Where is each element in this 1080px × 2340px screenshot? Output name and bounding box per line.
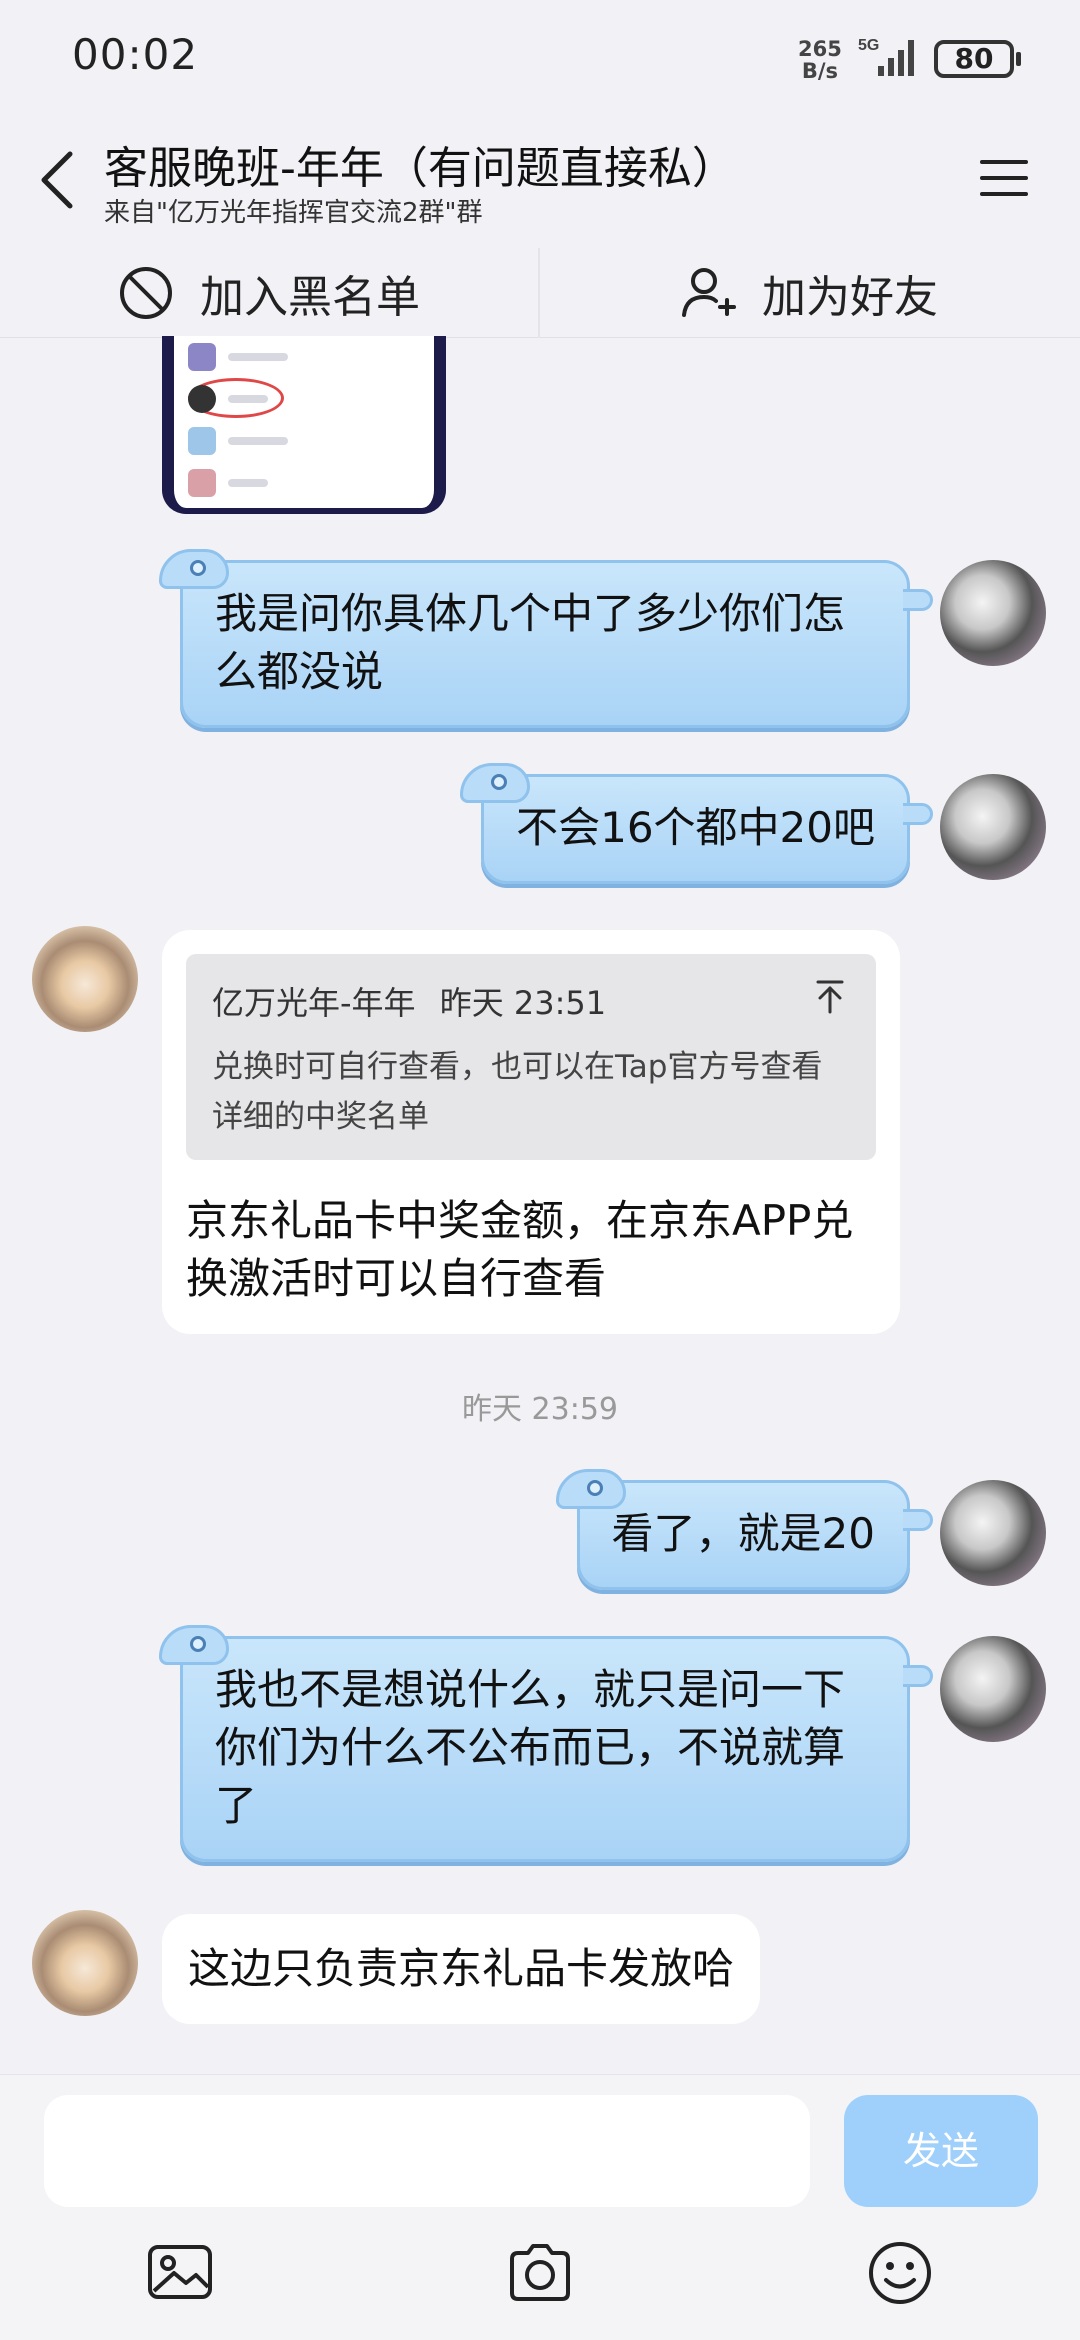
image-message[interactable] <box>162 336 446 514</box>
image-picker-icon[interactable] <box>144 2237 216 2309</box>
network-speed: 265 B/s <box>798 38 842 82</box>
contact-actions-bar: 加入黑名单 加为好友 <box>0 248 1080 338</box>
bubble-decoration <box>555 1469 626 1509</box>
quote-time: 昨天 23:51 <box>439 984 607 1022</box>
my-avatar[interactable] <box>940 1636 1046 1742</box>
chat-title: 客服晚班-年年（有问题直接私） <box>104 143 736 194</box>
quote-author: 亿万光年-年年 <box>212 984 416 1022</box>
quote-text: 兑换时可自行查看，也可以在Tap官方号查看详细的中奖名单 <box>212 1049 823 1135</box>
my-avatar[interactable] <box>940 1480 1046 1586</box>
add-to-blacklist-button[interactable]: 加入黑名单 <box>118 248 420 338</box>
network-speed-unit: B/s <box>801 59 839 83</box>
thumb-row <box>188 426 288 456</box>
bubble-decoration <box>159 549 229 589</box>
back-chevron-icon[interactable] <box>36 148 76 212</box>
contact-avatar[interactable] <box>32 926 138 1032</box>
battery-indicator: 80 <box>934 40 1021 78</box>
message-input[interactable] <box>44 2095 810 2207</box>
outgoing-message[interactable]: 看了，就是20 <box>555 1469 933 1590</box>
network-type: 5G <box>858 37 879 54</box>
signal-icon: 5G <box>858 37 914 76</box>
message-text: 看了，就是20 <box>611 1509 875 1558</box>
chat-header: 客服晚班-年年（有问题直接私） 来自"亿万光年指挥官交流2群"群 <box>0 120 1080 248</box>
quote-header: 亿万光年-年年 昨天 23:51 <box>212 974 606 1032</box>
chat-subtitle: 来自"亿万光年指挥官交流2群"群 <box>104 198 483 228</box>
block-icon <box>120 267 172 319</box>
incoming-message[interactable]: 这边只负责京东礼品卡发放哈 <box>162 1914 761 2024</box>
bubble-decoration <box>460 763 531 803</box>
message-text: 不会16个都中20吧 <box>516 803 875 852</box>
send-button[interactable]: 发送 <box>844 2095 1038 2207</box>
bubble-tail <box>903 1665 933 1687</box>
network-speed-value: 265 <box>798 37 842 61</box>
message-text: 这边只负责京东礼品卡发放哈 <box>188 1944 735 1993</box>
contact-avatar[interactable] <box>32 1910 138 2016</box>
message-timestamp: 昨天 23:59 <box>462 1392 618 1427</box>
my-avatar[interactable] <box>940 774 1046 880</box>
outgoing-message[interactable]: 不会16个都中20吧 <box>460 763 933 884</box>
outgoing-message[interactable]: 我是问你具体几个中了多少你们怎么都没说 <box>159 549 933 728</box>
incoming-message[interactable]: 亿万光年-年年 昨天 23:51 兑换时可自行查看，也可以在Tap官方号查看详细… <box>162 930 900 1334</box>
thumb-row <box>188 468 268 498</box>
add-person-icon <box>682 268 736 317</box>
message-text: 京东礼品卡中奖金额，在京东APP兑换激活时可以自行查看 <box>186 1196 854 1303</box>
message-input-bar: 发送 <box>0 2074 1080 2340</box>
status-bar: 00:02 265 B/s 5G 80 <box>0 0 1080 120</box>
thumb-row <box>188 342 288 372</box>
outgoing-message[interactable]: 我也不是想说什么，就只是问一下你们为什么不公布而已，不说就算了 <box>159 1625 933 1862</box>
hamburger-menu-icon[interactable] <box>976 150 1032 206</box>
emoji-icon[interactable] <box>864 2237 936 2309</box>
message-text: 我也不是想说什么，就只是问一下你们为什么不公布而已，不说就算了 <box>215 1665 846 1830</box>
bubble-tail <box>903 1509 933 1531</box>
bubble-tail <box>903 589 933 611</box>
add-friend-button[interactable]: 加为好友 <box>680 248 938 338</box>
actions-divider <box>538 248 540 338</box>
my-avatar[interactable] <box>940 560 1046 666</box>
camera-icon[interactable] <box>504 2237 576 2309</box>
bubble-decoration <box>159 1625 229 1665</box>
jump-to-top-icon[interactable] <box>810 976 850 1016</box>
add-friend-label: 加为好友 <box>762 272 938 323</box>
thumb-row <box>188 384 268 414</box>
quoted-message[interactable]: 亿万光年-年年 昨天 23:51 兑换时可自行查看，也可以在Tap官方号查看详细… <box>186 954 876 1160</box>
status-time: 00:02 <box>72 30 199 79</box>
bubble-tail <box>903 803 933 825</box>
message-text: 我是问你具体几个中了多少你们怎么都没说 <box>215 589 846 696</box>
blacklist-label: 加入黑名单 <box>200 272 420 323</box>
